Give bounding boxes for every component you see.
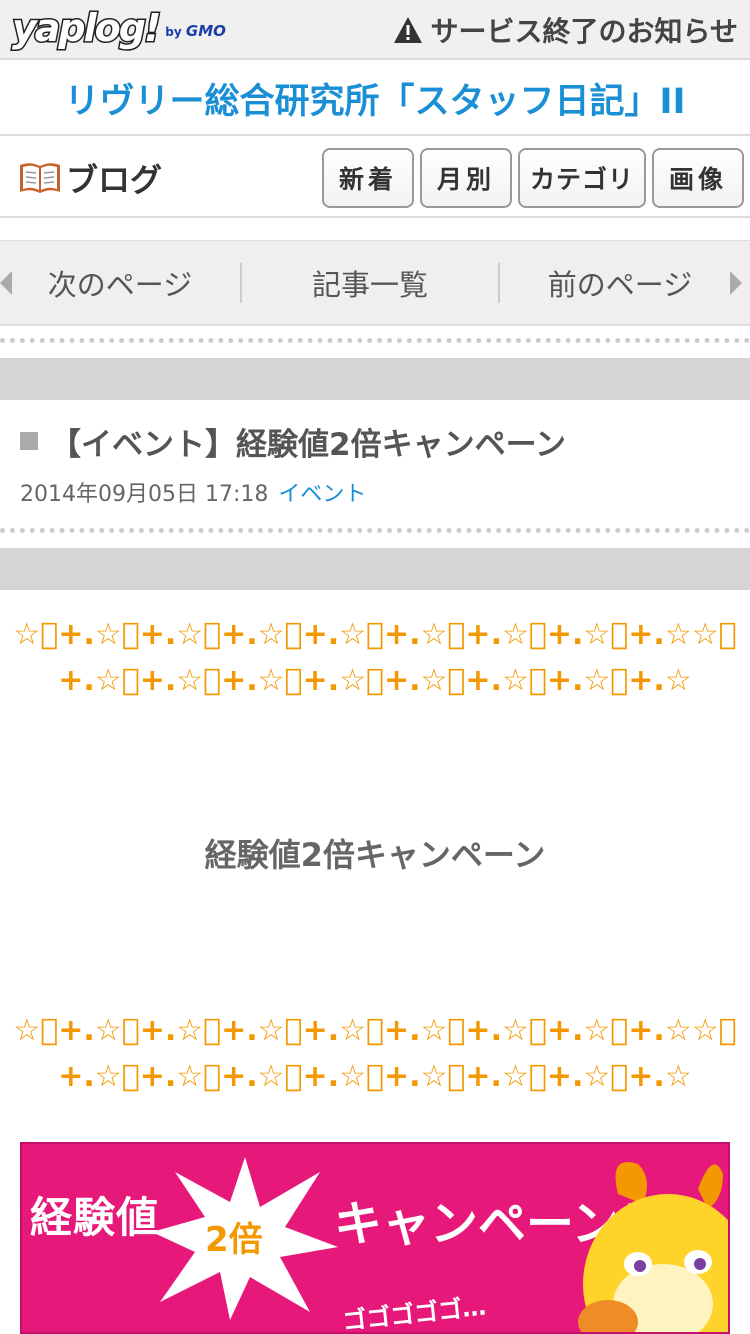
logo-brand: GMO <box>185 22 226 40</box>
square-bullet-icon <box>20 432 38 450</box>
blog-label: ブログ <box>18 156 162 200</box>
prev-page-link[interactable]: 前のページ <box>500 241 740 325</box>
arrow-right-icon[interactable] <box>730 271 742 295</box>
banner-burst-text: 2倍 <box>205 1220 263 1260</box>
stars-decoration-top: ☆ﾟ+.☆ﾟ+.☆ﾟ+.☆ﾟ+.☆ﾟ+.☆ﾟ+.☆ﾟ+.☆ﾟ+.☆☆ﾟ +.☆ﾟ… <box>0 612 750 704</box>
blog-label-text: ブログ <box>66 161 163 199</box>
gray-band <box>0 548 750 590</box>
logo-by-text: by <box>165 25 182 39</box>
monthly-button[interactable]: 月別 <box>420 148 512 208</box>
logo-main: yaplog! <box>10 6 162 50</box>
stars-line: ☆ﾟ+.☆ﾟ+.☆ﾟ+.☆ﾟ+.☆ﾟ+.☆ﾟ+.☆ﾟ+.☆ﾟ+.☆☆ﾟ <box>13 617 737 652</box>
book-icon <box>20 163 60 193</box>
gray-band <box>0 358 750 400</box>
article-list-link[interactable]: 記事一覧 <box>242 241 498 325</box>
post-category-link[interactable]: イベント <box>278 476 366 508</box>
site-title[interactable]: リヴリー総合研究所「スタッフ日記」II <box>0 62 750 136</box>
campaign-heading: 経験値2倍キャンペーン <box>204 836 546 874</box>
stars-line: ☆ﾟ+.☆ﾟ+.☆ﾟ+.☆ﾟ+.☆ﾟ+.☆ﾟ+.☆ﾟ+.☆ﾟ+.☆☆ﾟ <box>13 1013 737 1048</box>
dotted-divider <box>0 338 750 343</box>
top-bar: yaplog! by GMO サービス終了のお知らせ <box>0 0 750 60</box>
new-posts-button[interactable]: 新着 <box>322 148 414 208</box>
category-button[interactable]: カテゴリ <box>518 148 646 208</box>
warning-icon <box>393 17 422 43</box>
notice-label: サービス終了のお知らせ <box>430 15 738 48</box>
images-button[interactable]: 画像 <box>652 148 744 208</box>
post-title[interactable]: 【イベント】経験値2倍キャンペーン <box>20 418 566 464</box>
stars-line: +.☆ﾟ+.☆ﾟ+.☆ﾟ+.☆ﾟ+.☆ﾟ+.☆ﾟ+.☆ﾟ+.☆ <box>58 663 692 698</box>
pager: 次のページ 記事一覧 前のページ <box>0 240 750 326</box>
post-meta: 2014年09月05日 17:18 イベント <box>20 476 366 508</box>
banner-sub-text: ゴゴゴゴゴ… <box>341 1292 488 1334</box>
yaplog-logo[interactable]: yaplog! by GMO <box>10 6 226 50</box>
post-title-text: 【イベント】経験値2倍キャンペーン <box>50 426 567 463</box>
stars-decoration-bottom: ☆ﾟ+.☆ﾟ+.☆ﾟ+.☆ﾟ+.☆ﾟ+.☆ﾟ+.☆ﾟ+.☆ﾟ+.☆☆ﾟ +.☆ﾟ… <box>0 1008 750 1100</box>
logo-by-gmo: by GMO <box>165 22 226 40</box>
dotted-divider <box>0 528 750 533</box>
post-date: 2014年09月05日 17:18 <box>20 482 269 507</box>
stars-line: +.☆ﾟ+.☆ﾟ+.☆ﾟ+.☆ﾟ+.☆ﾟ+.☆ﾟ+.☆ﾟ+.☆ <box>58 1059 692 1094</box>
mascot-character-image <box>578 1162 728 1332</box>
banner-left-text: 経験値 <box>30 1193 160 1242</box>
campaign-banner-image[interactable]: 経験値 2倍 キャンペーン！！ ゴゴゴゴゴ… <box>20 1142 730 1334</box>
blog-nav-bar: ブログ 新着 月別 カテゴリ 画像 <box>0 138 750 218</box>
service-end-notice-link[interactable]: サービス終了のお知らせ <box>393 10 738 50</box>
next-page-link[interactable]: 次のページ <box>0 241 240 325</box>
